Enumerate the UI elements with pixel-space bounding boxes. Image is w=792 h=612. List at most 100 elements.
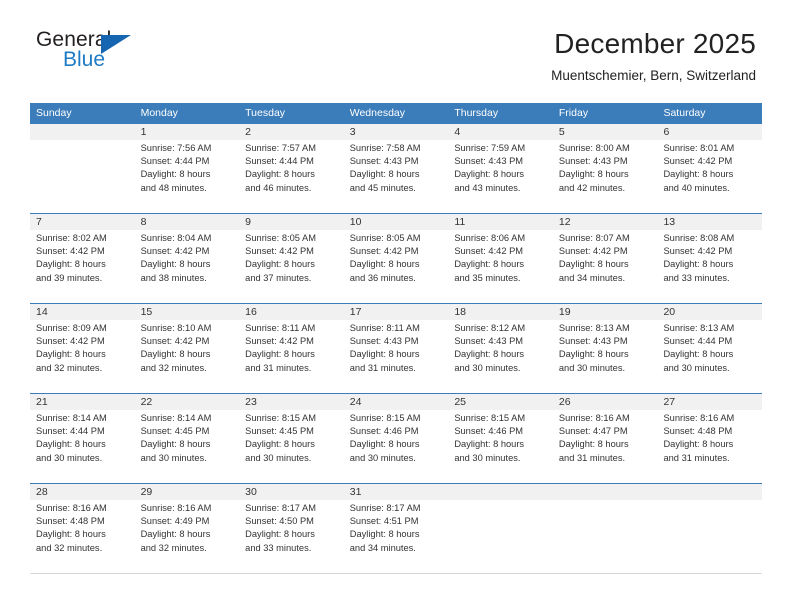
day-cell[interactable]: 16 Sunrise: 8:11 AM Sunset: 4:42 PM Dayl… (239, 304, 344, 394)
day-cell[interactable]: 14 Sunrise: 8:09 AM Sunset: 4:42 PM Dayl… (30, 304, 135, 394)
daylight-text-line1: Daylight: 8 hours (245, 349, 315, 360)
day-cell[interactable]: 21 Sunrise: 8:14 AM Sunset: 4:44 PM Dayl… (30, 394, 135, 484)
daylight-text-line1: Daylight: 8 hours (454, 439, 525, 450)
general-blue-logo[interactable]: General Blue (36, 28, 156, 76)
daylight-text-line1: Daylight: 8 hours (245, 439, 315, 450)
daylight-text-line1: Daylight: 8 hours (140, 439, 211, 450)
sunrise-text: Sunrise: 7:59 AM (454, 143, 526, 153)
day-details: Sunrise: 8:16 AM Sunset: 4:49 PM Dayligh… (141, 502, 234, 555)
sunset-text: Sunset: 4:44 PM (663, 336, 733, 347)
day-cell[interactable]: 2 Sunrise: 7:57 AM Sunset: 4:44 PM Dayli… (239, 124, 344, 214)
day-cell[interactable]: 20 Sunrise: 8:13 AM Sunset: 4:44 PM Dayl… (657, 304, 762, 394)
day-cell[interactable]: 23 Sunrise: 8:15 AM Sunset: 4:45 PM Dayl… (239, 394, 344, 484)
day-cell[interactable]: 6 Sunrise: 8:01 AM Sunset: 4:42 PM Dayli… (657, 124, 762, 214)
daylight-text-line2: and 31 minutes. (349, 362, 416, 373)
day-cell[interactable]: 25 Sunrise: 8:15 AM Sunset: 4:46 PM Dayl… (448, 394, 553, 484)
sunrise-text: Sunrise: 8:14 AM (140, 413, 212, 423)
day-cell[interactable]: 1 Sunrise: 7:56 AM Sunset: 4:44 PM Dayli… (135, 124, 240, 214)
sunset-text: Sunset: 4:43 PM (558, 336, 628, 347)
day-cell[interactable]: 10 Sunrise: 8:05 AM Sunset: 4:42 PM Dayl… (344, 214, 449, 304)
daylight-text-line1: Daylight: 8 hours (558, 169, 629, 180)
day-cell[interactable]: 18 Sunrise: 8:12 AM Sunset: 4:43 PM Dayl… (448, 304, 553, 394)
day-cell[interactable]: 7 Sunrise: 8:02 AM Sunset: 4:42 PM Dayli… (30, 214, 135, 304)
day-cell[interactable]: 24 Sunrise: 8:15 AM Sunset: 4:46 PM Dayl… (344, 394, 449, 484)
day-cell[interactable]: 8 Sunrise: 8:04 AM Sunset: 4:42 PM Dayli… (135, 214, 240, 304)
sunrise-text: Sunrise: 8:05 AM (349, 233, 421, 243)
sunset-text: Sunset: 4:42 PM (663, 156, 733, 167)
daylight-text-line2: and 34 minutes. (349, 542, 416, 553)
sunset-text: Sunset: 4:42 PM (140, 246, 210, 257)
day-cell[interactable]: 3 Sunrise: 7:58 AM Sunset: 4:43 PM Dayli… (344, 124, 449, 214)
day-cell[interactable]: 27 Sunrise: 8:16 AM Sunset: 4:48 PM Dayl… (657, 394, 762, 484)
sunrise-text: Sunrise: 8:13 AM (663, 323, 735, 333)
weekday-header-sunday: Sunday (36, 107, 72, 119)
daylight-text-line2: and 38 minutes. (140, 272, 207, 283)
daylight-text-line1: Daylight: 8 hours (36, 439, 106, 450)
weekday-header-row: Sunday Monday Tuesday Wednesday Thursday… (30, 103, 762, 123)
title-block: December 2025 Muentschemier, Bern, Switz… (551, 28, 756, 85)
sunrise-text: Sunrise: 8:15 AM (349, 413, 421, 423)
day-details: Sunrise: 7:58 AM Sunset: 4:43 PM Dayligh… (350, 142, 443, 195)
sunset-text: Sunset: 4:42 PM (558, 246, 628, 257)
day-number: 30 (245, 486, 257, 498)
day-cell[interactable]: 15 Sunrise: 8:10 AM Sunset: 4:42 PM Dayl… (135, 304, 240, 394)
weekday-header-wednesday: Wednesday (349, 107, 405, 119)
day-details: Sunrise: 8:09 AM Sunset: 4:42 PM Dayligh… (36, 322, 129, 375)
daylight-text-line1: Daylight: 8 hours (140, 169, 211, 180)
day-cell[interactable]: 26 Sunrise: 8:16 AM Sunset: 4:47 PM Dayl… (553, 394, 658, 484)
day-cell[interactable]: 22 Sunrise: 8:14 AM Sunset: 4:45 PM Dayl… (135, 394, 240, 484)
day-number: 6 (663, 126, 670, 138)
day-number: 1 (140, 126, 147, 138)
day-details: Sunrise: 8:14 AM Sunset: 4:45 PM Dayligh… (141, 412, 234, 465)
weekday-header-friday: Friday (558, 107, 589, 119)
page-title: December 2025 (554, 28, 756, 59)
daylight-text-line2: and 34 minutes. (558, 272, 626, 283)
day-cell[interactable] (30, 124, 135, 214)
daylight-text-line1: Daylight: 8 hours (558, 259, 629, 270)
daylight-text-line1: Daylight: 8 hours (454, 169, 525, 180)
daylight-text-line2: and 42 minutes. (558, 182, 626, 193)
day-cell[interactable]: 28 Sunrise: 8:16 AM Sunset: 4:48 PM Dayl… (30, 484, 135, 574)
sunrise-text: Sunrise: 8:06 AM (454, 233, 526, 243)
day-number: 28 (36, 486, 48, 498)
sunset-text: Sunset: 4:51 PM (349, 516, 419, 527)
daylight-text-line2: and 30 minutes. (140, 452, 207, 463)
daylight-text-line2: and 30 minutes. (558, 362, 626, 373)
day-cell[interactable]: 11 Sunrise: 8:06 AM Sunset: 4:42 PM Dayl… (448, 214, 553, 304)
day-cell[interactable]: 5 Sunrise: 8:00 AM Sunset: 4:43 PM Dayli… (553, 124, 658, 214)
day-details: Sunrise: 7:59 AM Sunset: 4:43 PM Dayligh… (454, 142, 547, 195)
sunrise-text: Sunrise: 8:16 AM (663, 413, 735, 423)
day-cell[interactable] (448, 484, 553, 574)
daylight-text-line2: and 32 minutes. (140, 362, 207, 373)
day-details: Sunrise: 8:00 AM Sunset: 4:43 PM Dayligh… (559, 142, 652, 195)
sunset-text: Sunset: 4:43 PM (349, 156, 419, 167)
day-cell[interactable] (657, 484, 762, 574)
day-cell[interactable]: 4 Sunrise: 7:59 AM Sunset: 4:43 PM Dayli… (448, 124, 553, 214)
sunrise-text: Sunrise: 8:17 AM (245, 503, 316, 513)
day-details: Sunrise: 8:05 AM Sunset: 4:42 PM Dayligh… (245, 232, 338, 285)
day-number: 19 (558, 306, 571, 318)
day-number (559, 484, 652, 500)
day-cell[interactable]: 17 Sunrise: 8:11 AM Sunset: 4:43 PM Dayl… (344, 304, 449, 394)
day-details: Sunrise: 8:01 AM Sunset: 4:42 PM Dayligh… (663, 142, 756, 195)
sunset-text: Sunset: 4:44 PM (140, 156, 210, 167)
day-cell[interactable]: 30 Sunrise: 8:17 AM Sunset: 4:50 PM Dayl… (239, 484, 344, 574)
daylight-text-line1: Daylight: 8 hours (245, 529, 315, 540)
day-cell[interactable]: 9 Sunrise: 8:05 AM Sunset: 4:42 PM Dayli… (239, 214, 344, 304)
page-subtitle: Muentschemier, Bern, Switzerland (551, 68, 756, 83)
day-number: 7 (36, 216, 42, 228)
day-cell[interactable]: 12 Sunrise: 8:07 AM Sunset: 4:42 PM Dayl… (553, 214, 658, 304)
day-cell[interactable]: 29 Sunrise: 8:16 AM Sunset: 4:49 PM Dayl… (135, 484, 240, 574)
day-cell[interactable]: 19 Sunrise: 8:13 AM Sunset: 4:43 PM Dayl… (553, 304, 658, 394)
daylight-text-line1: Daylight: 8 hours (454, 349, 525, 360)
daylight-text-line2: and 46 minutes. (245, 182, 312, 193)
day-number: 20 (663, 306, 676, 318)
day-cell[interactable]: 13 Sunrise: 8:08 AM Sunset: 4:42 PM Dayl… (657, 214, 762, 304)
day-details: Sunrise: 8:11 AM Sunset: 4:42 PM Dayligh… (245, 322, 338, 375)
daylight-text-line1: Daylight: 8 hours (36, 529, 106, 540)
sunrise-text: Sunrise: 8:00 AM (558, 143, 630, 153)
day-cell[interactable] (553, 484, 658, 574)
sunset-text: Sunset: 4:47 PM (558, 426, 628, 437)
day-cell[interactable]: 31 Sunrise: 8:17 AM Sunset: 4:51 PM Dayl… (344, 484, 449, 574)
daylight-text-line2: and 30 minutes. (663, 362, 730, 373)
